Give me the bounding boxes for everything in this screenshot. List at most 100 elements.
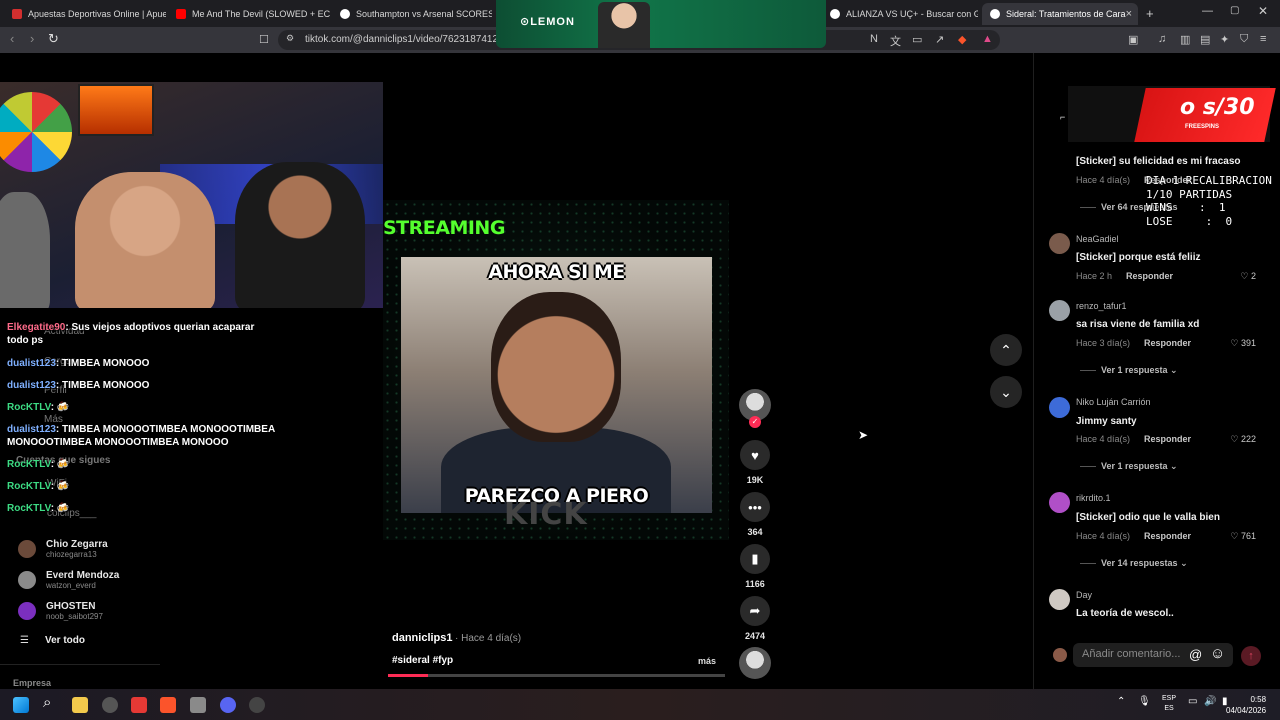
bookmark-icon[interactable]: ☐ bbox=[259, 33, 269, 46]
view-replies-button[interactable]: Ver 1 respuesta ⌄ bbox=[1080, 365, 1178, 376]
leo-ai-icon[interactable]: ✦ bbox=[1220, 33, 1229, 46]
music-disc-avatar[interactable] bbox=[739, 647, 771, 679]
avatar[interactable] bbox=[1049, 300, 1070, 321]
next-video-button[interactable]: ⌄ bbox=[990, 376, 1022, 408]
language-indicator[interactable]: ESP ES bbox=[1162, 694, 1176, 714]
brave-shield-icon[interactable]: ◆ bbox=[958, 33, 966, 46]
list-icon: ☰ bbox=[20, 635, 29, 646]
close-window-icon[interactable]: ✕ bbox=[1258, 4, 1268, 18]
media-icon[interactable]: ♫ bbox=[1158, 33, 1166, 45]
footer-empresa[interactable]: Empresa bbox=[13, 678, 51, 688]
avatar[interactable] bbox=[1049, 492, 1070, 513]
tab-tiktok-active[interactable]: Sideral: Tratamientos de Cara × bbox=[982, 3, 1138, 25]
video-progress-bar[interactable] bbox=[388, 674, 725, 677]
tab-scores24[interactable]: Southampton vs Arsenal SCORES24 bbox=[332, 3, 492, 25]
app-circle-icon[interactable] bbox=[249, 697, 265, 713]
tab-youtube-song[interactable]: Me And The Devil (SLOWED + ECO) bbox=[168, 3, 330, 25]
bookmark-icon[interactable]: ▮ bbox=[740, 544, 770, 574]
sponsor-person-image bbox=[598, 2, 650, 48]
tab-google-search[interactable]: ALIANZA VS UÇ+ - Buscar con Goog bbox=[822, 3, 978, 25]
comment-like[interactable]: ♡ 222 bbox=[1226, 434, 1256, 445]
reload-icon[interactable]: ↻ bbox=[48, 31, 59, 47]
tiktok-icon bbox=[990, 9, 1000, 19]
search-icon[interactable]: ⌕ bbox=[43, 694, 51, 711]
screenshot-icon[interactable]: ▣ bbox=[1128, 33, 1138, 46]
translate-icon[interactable]: 文 bbox=[890, 33, 901, 49]
comment-close-icon[interactable]: ⌐ bbox=[1060, 112, 1065, 122]
mouse-cursor-icon: ➤ bbox=[858, 428, 869, 442]
comment-username[interactable]: NeaGadiel bbox=[1076, 234, 1119, 244]
video-hashtags[interactable]: #sideral #fyp bbox=[392, 655, 453, 666]
comment-username[interactable]: rikrdito.1 bbox=[1076, 493, 1111, 503]
site-info-icon[interactable]: ⚙ bbox=[286, 33, 294, 44]
comment-icon[interactable]: ••• bbox=[740, 492, 770, 522]
system-clock[interactable]: 0:58 04/04/2026 bbox=[1226, 694, 1266, 716]
minimize-icon[interactable]: — bbox=[1202, 5, 1213, 17]
previous-video-button[interactable]: ⌃ bbox=[990, 334, 1022, 366]
following-account-everd[interactable]: Everd Mendoza watzon_everd bbox=[18, 570, 119, 590]
app-red-icon[interactable] bbox=[131, 697, 147, 713]
brave-browser-icon[interactable] bbox=[160, 697, 176, 713]
translate-off-icon[interactable]: N bbox=[870, 33, 878, 45]
view-replies-button[interactable]: Ver 1 respuesta ⌄ bbox=[1080, 461, 1178, 472]
comment-meta: Hace 4 día(s) Responder bbox=[1076, 434, 1192, 444]
mention-icon[interactable]: @ bbox=[1189, 647, 1202, 662]
avatar[interactable] bbox=[1049, 233, 1070, 254]
vpn-icon[interactable]: ⛉ bbox=[1240, 33, 1248, 46]
see-all-link[interactable]: Ver todo bbox=[45, 635, 85, 646]
discord-icon[interactable] bbox=[220, 697, 236, 713]
forward-icon[interactable]: › bbox=[30, 31, 34, 46]
google-icon bbox=[830, 9, 840, 19]
reply-button[interactable]: Responder bbox=[1144, 531, 1191, 541]
chat-message: dualist123: TIMBEA MONOOOTIMBEA MONOOOTI… bbox=[7, 424, 275, 448]
sidebar-toggle-icon[interactable]: ▥ bbox=[1180, 33, 1190, 46]
video-author[interactable]: danniclips1 bbox=[392, 632, 453, 644]
reply-button[interactable]: Responder bbox=[1126, 271, 1173, 281]
comment-like[interactable]: ♡ 391 bbox=[1226, 338, 1256, 349]
tab-apuestas[interactable]: Apuestas Deportivas Online | Apuesta bbox=[4, 3, 166, 25]
following-account-chio[interactable]: Chio Zegarra chiozegarra13 bbox=[18, 539, 108, 559]
cast-icon[interactable]: ▭ bbox=[912, 33, 922, 46]
comment-text: La teoría de wescol.. bbox=[1076, 608, 1174, 619]
chat-message: dualist123: TIMBEA MONOOO bbox=[7, 380, 150, 391]
back-icon[interactable]: ‹ bbox=[10, 31, 14, 46]
emoji-icon[interactable]: ☺ bbox=[1210, 645, 1225, 662]
brave-rewards-icon[interactable]: ▲ bbox=[982, 33, 993, 45]
view-replies-button[interactable]: Ver 14 respuestas ⌄ bbox=[1080, 558, 1188, 569]
avatar[interactable] bbox=[1049, 589, 1070, 610]
reply-button[interactable]: Responder bbox=[1144, 338, 1191, 348]
app-window-icon[interactable] bbox=[190, 697, 206, 713]
maximize-icon[interactable]: ▢ bbox=[1230, 5, 1239, 16]
person-left-image bbox=[0, 192, 50, 308]
comment-like[interactable]: ♡ 761 bbox=[1226, 531, 1256, 542]
close-tab-icon[interactable]: × bbox=[1126, 8, 1132, 20]
heart-icon[interactable]: ♥ bbox=[740, 440, 770, 470]
share-action[interactable]: ➦ 2474 bbox=[740, 596, 770, 641]
save-action[interactable]: ▮ 1166 bbox=[740, 544, 770, 589]
avatar[interactable] bbox=[1049, 397, 1070, 418]
share-arrow-icon[interactable]: ➦ bbox=[740, 596, 770, 626]
file-explorer-icon[interactable] bbox=[72, 697, 88, 713]
windows-start-icon[interactable] bbox=[13, 697, 29, 713]
follow-check-icon[interactable]: ✓ bbox=[749, 416, 761, 428]
send-comment-button[interactable]: ↑ bbox=[1241, 646, 1261, 666]
reply-button[interactable]: Responder bbox=[1144, 434, 1191, 444]
share-icon[interactable]: ↗ bbox=[935, 33, 944, 46]
app-icon[interactable] bbox=[102, 697, 118, 713]
comment-username[interactable]: Niko Luján Carrión bbox=[1076, 397, 1151, 407]
new-tab-button[interactable]: + bbox=[1146, 6, 1154, 21]
comment-like[interactable]: ♡ 2 bbox=[1226, 271, 1256, 282]
more-button[interactable]: más bbox=[698, 656, 716, 666]
comment-action[interactable]: ••• 364 bbox=[740, 492, 770, 537]
volume-icon[interactable]: 🔊 bbox=[1204, 696, 1216, 707]
youtube-icon bbox=[176, 9, 186, 19]
network-icon[interactable]: ▭ bbox=[1188, 696, 1197, 707]
menu-icon[interactable]: ≡ bbox=[1260, 33, 1266, 45]
tray-expand-icon[interactable]: ⌃ bbox=[1117, 696, 1125, 707]
comment-username[interactable]: renzo_tafur1 bbox=[1076, 301, 1127, 311]
microphone-icon[interactable]: 🎙 bbox=[1138, 696, 1151, 707]
following-account-ghosten[interactable]: GHOSTEN noob_saibot297 bbox=[18, 601, 103, 621]
comment-username[interactable]: Day bbox=[1076, 590, 1092, 600]
wallet-icon[interactable]: ▤ bbox=[1200, 33, 1210, 46]
like-action[interactable]: ♥ 19K bbox=[740, 440, 770, 485]
